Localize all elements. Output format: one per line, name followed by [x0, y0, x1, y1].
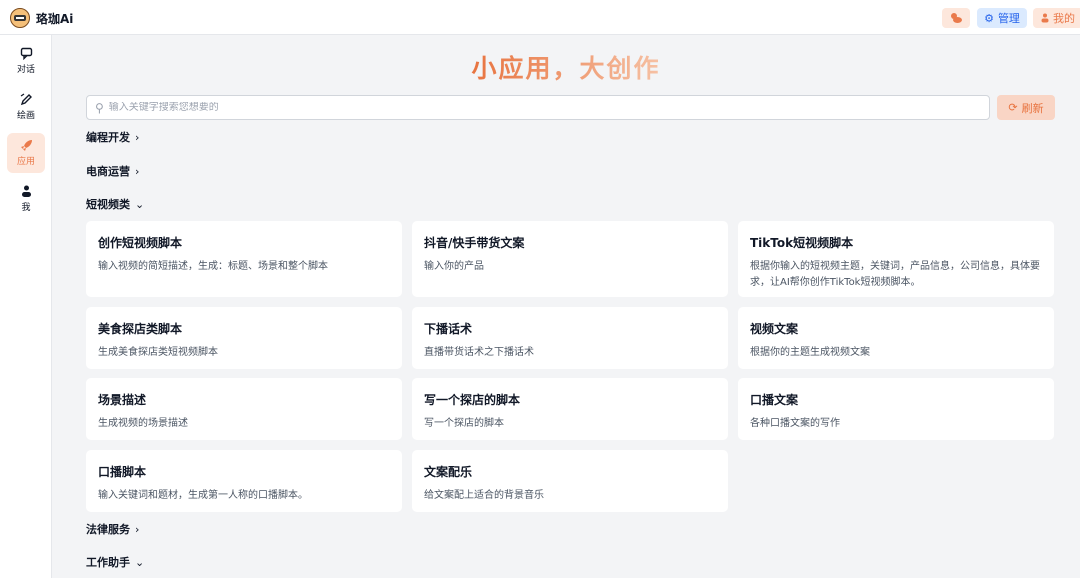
app-card[interactable]: 抖音/快手带货文案 输入你的产品: [412, 221, 728, 297]
chevron-right-icon: ›: [135, 522, 140, 536]
main-content: 小应用，大创作 ⚲ ⟳ 刷新 编程开发 › 电商运营 › 短视频类 ⌄ 创作短视…: [52, 35, 1080, 578]
sidebar: 对话 绘画 应用 我: [0, 35, 52, 578]
mine-label: 我的: [1053, 12, 1075, 25]
card-desc: 输入关键词和题材，生成第一人称的口播脚本。: [98, 490, 308, 501]
category-label: 工作助手: [86, 556, 130, 569]
app-card[interactable]: 视频文案 根据你的主题生成视频文案: [738, 307, 1054, 369]
app-card[interactable]: TikTok短视频脚本 根据你输入的短视频主题，关键词，产品信息，公司信息，具体…: [738, 221, 1054, 297]
card-title: 视频文案: [750, 322, 799, 336]
refresh-button[interactable]: ⟳ 刷新: [997, 95, 1055, 120]
card-title: 口播脚本: [98, 465, 147, 479]
category-programming[interactable]: 编程开发 ›: [86, 129, 139, 145]
card-title: 创作短视频脚本: [98, 236, 183, 250]
sidebar-item-draw[interactable]: 绘画: [7, 87, 45, 127]
category-short-video[interactable]: 短视频类 ⌄: [86, 196, 144, 212]
sidebar-item-me[interactable]: 我: [7, 179, 45, 219]
sidebar-item-label: 我: [21, 203, 31, 213]
user-icon: [21, 185, 31, 197]
chevron-right-icon: ›: [135, 164, 140, 178]
pen-icon: [20, 93, 32, 106]
chevron-right-icon: ›: [135, 130, 140, 144]
card-desc: 生成美食探店类短视频脚本: [98, 347, 218, 358]
refresh-icon: ⟳: [1008, 101, 1018, 114]
sidebar-item-label: 对话: [16, 65, 35, 75]
card-title: 美食探店类脚本: [98, 322, 183, 336]
app-card[interactable]: 下播话术 直播带货话术之下播话术: [412, 307, 728, 369]
category-label: 电商运营: [86, 165, 130, 178]
sidebar-item-label: 应用: [16, 157, 35, 167]
admin-label: 管理: [997, 12, 1020, 25]
card-desc: 生成视频的场景描述: [98, 418, 188, 429]
app-card[interactable]: 美食探店类脚本 生成美食探店类短视频脚本: [86, 307, 402, 369]
chat-icon: [20, 47, 32, 60]
cloud-sun-icon: [951, 13, 962, 23]
page-title: 小应用，大创作: [471, 54, 661, 83]
card-title: 文案配乐: [424, 465, 473, 479]
card-desc: 写一个探店的脚本: [424, 418, 504, 429]
card-desc: 给文案配上适合的背景音乐: [424, 490, 544, 501]
app-card[interactable]: 场景描述 生成视频的场景描述: [86, 378, 402, 440]
card-desc: 根据你的主题生成视频文案: [750, 347, 870, 358]
app-card[interactable]: 口播文案 各种口播文案的写作: [738, 378, 1054, 440]
theme-toggle-button[interactable]: [942, 8, 970, 28]
app-card[interactable]: 写一个探店的脚本 写一个探店的脚本: [412, 378, 728, 440]
card-desc: 输入你的产品: [424, 261, 484, 272]
admin-button[interactable]: ⚙ 管理: [977, 8, 1027, 28]
card-title: 写一个探店的脚本: [424, 393, 521, 407]
sidebar-item-chat[interactable]: 对话: [7, 41, 45, 81]
search-icon: ⚲: [95, 100, 104, 115]
card-desc: 输入视频的简短描述，生成：标题、场景和整个脚本: [98, 261, 328, 272]
category-label: 编程开发: [86, 131, 130, 144]
top-bar: 珞珈Ai ⚙ 管理 我的: [0, 0, 1080, 35]
app-name: 珞珈Ai: [36, 12, 74, 26]
category-ecommerce[interactable]: 电商运营 ›: [86, 163, 139, 179]
app-card[interactable]: 创作短视频脚本 输入视频的简短描述，生成：标题、场景和整个脚本: [86, 221, 402, 297]
card-desc: 根据你输入的短视频主题，关键词，产品信息，公司信息，具体要求，让AI帮你创作Ti…: [750, 261, 1040, 288]
sidebar-item-label: 绘画: [16, 111, 35, 121]
mine-button[interactable]: 我的: [1033, 8, 1080, 28]
rocket-icon: [20, 140, 32, 151]
search-bar[interactable]: ⚲: [86, 95, 990, 120]
chevron-down-icon: ⌄: [135, 555, 145, 569]
category-label: 法律服务: [86, 523, 130, 536]
card-title: TikTok短视频脚本: [750, 236, 854, 250]
refresh-label: 刷新: [1021, 101, 1044, 115]
sidebar-item-apps[interactable]: 应用: [7, 133, 45, 173]
card-title: 口播文案: [750, 393, 799, 407]
category-work-assistant[interactable]: 工作助手 ⌄: [86, 554, 144, 570]
app-card[interactable]: 文案配乐 给文案配上适合的背景音乐: [412, 450, 728, 512]
app-card[interactable]: 口播脚本 输入关键词和题材，生成第一人称的口播脚本。: [86, 450, 402, 512]
category-legal[interactable]: 法律服务 ›: [86, 521, 139, 537]
card-desc: 直播带货话术之下播话术: [424, 347, 534, 358]
user-icon: [1041, 13, 1049, 23]
card-title: 抖音/快手带货文案: [424, 236, 525, 250]
search-input[interactable]: [108, 102, 969, 113]
chevron-down-icon: ⌄: [135, 197, 145, 211]
logo-icon: [10, 8, 30, 28]
category-label: 短视频类: [86, 198, 130, 211]
card-title: 下播话术: [424, 322, 473, 336]
gear-icon: ⚙: [984, 11, 994, 25]
card-title: 场景描述: [98, 393, 147, 407]
card-desc: 各种口播文案的写作: [750, 418, 840, 429]
